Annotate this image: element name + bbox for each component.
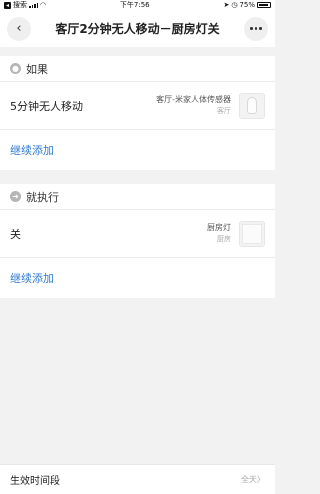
action-title: 关 <box>10 227 21 241</box>
status-right: ➤ ◷ 75% <box>223 0 271 10</box>
action-device-name: 厨房灯 <box>207 223 231 232</box>
wifi-icon: ◠ <box>40 1 47 9</box>
chevron-left-icon: ‹ <box>16 20 22 36</box>
location-icon: ➤ <box>223 1 230 9</box>
alarm-icon: ◷ <box>231 1 238 9</box>
motion-sensor-icon <box>239 92 265 119</box>
action-device-info: 厨房灯 厨房 <box>207 222 231 245</box>
status-time: 下午7:56 <box>119 1 150 9</box>
arrow-icon: ➜ <box>10 191 21 202</box>
condition-device-name: 客厅-米家人体传感器 <box>156 95 231 104</box>
status-left: ◂ 搜索 ◠ <box>4 0 46 10</box>
signal-icon <box>29 2 38 8</box>
more-dots-icon <box>250 27 262 30</box>
condition-room: 客厅 <box>217 107 231 115</box>
condition-row[interactable]: 5分钟无人移动 客厅-米家人体传感器 客厅 <box>0 82 275 130</box>
then-section-header: ➜ 就执行 <box>0 184 275 210</box>
then-add-more-button[interactable]: 继续添加 <box>0 258 275 298</box>
battery-percent: 75% <box>239 1 255 9</box>
battery-icon <box>256 2 271 8</box>
dot-icon: ● <box>10 63 21 74</box>
page-title: 客厅2分钟无人移动－厨房灯关 <box>55 22 220 36</box>
action-row[interactable]: 关 厨房灯 厨房 <box>0 210 275 258</box>
active-time-label: 生效时间段 <box>10 476 60 487</box>
back-to-app-icon[interactable]: ◂ <box>4 1 11 9</box>
back-button[interactable]: ‹ <box>7 16 31 41</box>
active-time-value: 全天〉 <box>241 475 265 484</box>
navigation-bar: ‹ 客厅2分钟无人移动－厨房灯关 <box>0 10 275 47</box>
ceiling-light-icon <box>239 220 265 247</box>
status-bar: ◂ 搜索 ◠ 下午7:56 ➤ ◷ 75% <box>0 0 275 10</box>
more-button[interactable] <box>244 16 268 41</box>
action-room: 厨房 <box>217 235 231 243</box>
then-section-label: 就执行 <box>26 190 59 204</box>
back-app-label[interactable]: 搜索 <box>13 0 27 10</box>
if-add-more-button[interactable]: 继续添加 <box>0 130 275 170</box>
if-section-label: 如果 <box>26 62 48 76</box>
if-section-header: ● 如果 <box>0 56 275 82</box>
condition-title: 5分钟无人移动 <box>10 99 83 113</box>
condition-device-info: 客厅-米家人体传感器 客厅 <box>156 94 231 117</box>
active-time-row[interactable]: 生效时间段 全天〉 <box>0 464 275 494</box>
